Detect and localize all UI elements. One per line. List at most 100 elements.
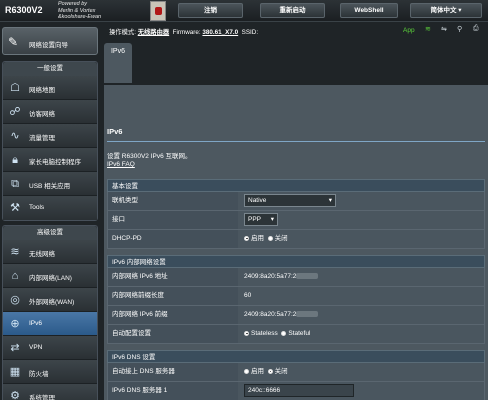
radio-label: Stateful xyxy=(288,330,311,337)
ipv6-dns-header: IPv6 DNS 设置 xyxy=(107,350,485,363)
radio-label: 启用 xyxy=(251,368,264,375)
main-content: 操作模式: 无线路由器 Firmware: 380.61_X7.0 SSID: … xyxy=(103,22,488,400)
wifi-icon[interactable]: ≋ xyxy=(425,25,431,33)
usb-status-icon[interactable]: ⇋ xyxy=(441,25,447,33)
basic-settings-header: 基本设置 xyxy=(107,179,485,192)
dhcp-pd-disable-radio[interactable] xyxy=(267,235,273,241)
ipv6-faq-link[interactable]: IPv6 FAQ xyxy=(107,161,135,168)
avatar xyxy=(150,1,166,21)
lan-ipv6-prefix: 2409:8a20:5a77:2 xyxy=(244,311,297,318)
radio-label: 关闭 xyxy=(274,368,288,375)
row-value: 60 xyxy=(238,287,484,305)
vpn-icon: ⇄ xyxy=(10,342,20,354)
mode-link[interactable]: 无线路由器 xyxy=(138,29,169,36)
firmware-label: Firmware: xyxy=(172,29,201,36)
traffic-icon: ∿ xyxy=(10,130,20,142)
table-row: DHCP-PD 启用 关闭 xyxy=(107,230,485,249)
connection-type-value: Native xyxy=(248,196,267,204)
sidebar-item-vpn[interactable]: ⇄ VPN xyxy=(3,336,97,360)
brand-line-3: &koolshare-Ewan xyxy=(58,14,102,20)
row-value: 启用 关闭 xyxy=(238,230,484,248)
advanced-settings-group: 高级设置 ≋ 无线网络 ⌂ 内部网络(LAN) ◎ 外部网络(WAN) ⊕ IP… xyxy=(2,225,98,400)
sidebar-item-label: USB 相关应用 xyxy=(29,183,71,190)
interface-value: PPP xyxy=(248,215,262,223)
setup-wizard-label: 网络设置向导 xyxy=(29,42,68,49)
basic-settings-table: 基本设置 联机类型 Native ▾ 接口 PPP ▾ DHCP-PD 启用 关… xyxy=(107,179,485,249)
guest-network-icon: ☍ xyxy=(9,106,21,118)
ipv6-lan-header: IPv6 内部网络设置 xyxy=(107,255,485,268)
chevron-down-icon: ▾ xyxy=(328,196,332,204)
status-line: 操作模式: 无线路由器 Firmware: 380.61_X7.0 SSID: xyxy=(109,27,258,36)
chevron-down-icon: ▾ xyxy=(270,215,274,223)
general-settings-group: 一般设置 ☖ 网络地图 ☍ 访客网络 ∿ 流量管理 🔒︎ 家长电脑控制程序 ⧉ … xyxy=(2,61,98,221)
sidebar-item-tools[interactable]: ⚒ Tools xyxy=(3,196,97,220)
row-label: 内部网络 IPv6 前缀 xyxy=(108,306,238,324)
row-label: 内部网络前缀长度 xyxy=(108,287,238,305)
row-value: 2409:8a20:5a77:2 xyxy=(238,268,484,286)
ssid-label: SSID: xyxy=(241,29,259,36)
sidebar-item-label: 网络地图 xyxy=(29,87,55,94)
row-label: IPv6 DNS 服务器 1 xyxy=(108,382,238,400)
firewall-icon: ▦ xyxy=(9,366,21,378)
sidebar-item-label: 家长电脑控制程序 xyxy=(29,159,81,166)
radio-label: 关闭 xyxy=(274,235,288,242)
row-value: Stateless Stateful xyxy=(238,325,484,343)
sidebar-item-network-map[interactable]: ☖ 网络地图 xyxy=(3,76,97,100)
row-label: DHCP-PD xyxy=(108,230,238,248)
row-label: 自动接上 DNS 服务器 xyxy=(108,363,238,381)
setup-wizard-button[interactable]: ✎ 网络设置向导 xyxy=(2,27,98,55)
interface-select[interactable]: PPP ▾ xyxy=(244,212,278,226)
sidebar-item-wireless[interactable]: ≋ 无线网络 xyxy=(3,240,97,264)
sidebar-item-traffic[interactable]: ∿ 流量管理 xyxy=(3,124,97,148)
connection-type-select[interactable]: Native ▾ xyxy=(244,193,336,207)
row-label: 接口 xyxy=(108,211,238,229)
content-panel: IPv6 设置 R6300V2 IPv6 互联网。 IPv6 FAQ 基本设置 … xyxy=(104,85,488,400)
sidebar-item-label: Tools xyxy=(29,204,45,211)
auto-dns-disable-radio[interactable] xyxy=(267,368,273,374)
table-row: 自动配置设置 Stateless Stateful xyxy=(107,325,485,344)
ipv6-dns-table: IPv6 DNS 设置 自动接上 DNS 服务器 启用 关闭 IPv6 DNS … xyxy=(107,350,485,400)
advanced-settings-header: 高级设置 xyxy=(3,226,97,240)
sidebar-item-ipv6[interactable]: ⊕ IPv6 xyxy=(3,312,97,336)
row-value: 2409:8a20:5a77:2 xyxy=(238,306,484,324)
dhcp-pd-enable-radio[interactable] xyxy=(244,235,249,241)
page-description: 设置 R6300V2 IPv6 互联网。 xyxy=(107,153,192,160)
title-divider xyxy=(107,141,485,142)
stateless-radio[interactable] xyxy=(244,330,249,336)
dns-server-1-input[interactable]: 240c::6666 xyxy=(244,383,354,397)
table-row: 自动接上 DNS 服务器 启用 关闭 xyxy=(107,363,485,382)
sidebar-item-parental[interactable]: 🔒︎ 家长电脑控制程序 xyxy=(3,148,97,172)
redacted-mask xyxy=(296,311,319,318)
row-value: PPP ▾ xyxy=(238,211,484,229)
sidebar: ✎ 网络设置向导 一般设置 ☖ 网络地图 ☍ 访客网络 ∿ 流量管理 🔒︎ 家长… xyxy=(0,22,100,400)
language-select[interactable]: 简体中文 ▾ xyxy=(410,3,482,18)
radio-label: 启用 xyxy=(251,235,264,242)
parental-lock-icon: 🔒︎ xyxy=(12,154,18,166)
model-name: R6300V2 xyxy=(5,5,43,15)
reboot-button[interactable]: 重新启动 xyxy=(260,3,325,18)
auto-dns-enable-radio[interactable] xyxy=(244,368,249,374)
sidebar-item-usb[interactable]: ⧉ USB 相关应用 xyxy=(3,172,97,196)
stateful-radio[interactable] xyxy=(281,330,287,336)
tab-ipv6[interactable]: IPv6 xyxy=(104,43,132,83)
sidebar-item-guest-network[interactable]: ☍ 访客网络 xyxy=(3,100,97,124)
sidebar-item-wan[interactable]: ◎ 外部网络(WAN) xyxy=(3,288,97,312)
logout-button[interactable]: 注销 xyxy=(178,3,243,18)
sidebar-item-label: VPN xyxy=(29,344,43,351)
row-label: 联机类型 xyxy=(108,192,238,210)
firmware-link[interactable]: 380.61_X7.0 xyxy=(202,29,238,36)
lan-icon: ⌂ xyxy=(11,270,19,282)
ipv6-icon: ⊕ xyxy=(10,318,20,330)
sidebar-item-lan[interactable]: ⌂ 内部网络(LAN) xyxy=(3,264,97,288)
sidebar-item-admin[interactable]: ⚙ 系统管理 xyxy=(3,384,97,400)
tab-ipv6-label: IPv6 xyxy=(110,48,125,55)
sidebar-item-label: 无线网络 xyxy=(29,251,55,258)
printer-icon[interactable]: ⎙ xyxy=(473,25,479,33)
sidebar-item-firewall[interactable]: ▦ 防火墙 xyxy=(3,360,97,384)
row-value: 启用 关闭 xyxy=(238,363,484,381)
webshell-button[interactable]: WebShell xyxy=(340,3,398,18)
redacted-mask xyxy=(296,273,319,280)
network-status-icon[interactable]: ⚲ xyxy=(457,25,462,33)
app-label[interactable]: App xyxy=(403,27,415,34)
sidebar-item-label: 系统管理 xyxy=(29,395,55,400)
